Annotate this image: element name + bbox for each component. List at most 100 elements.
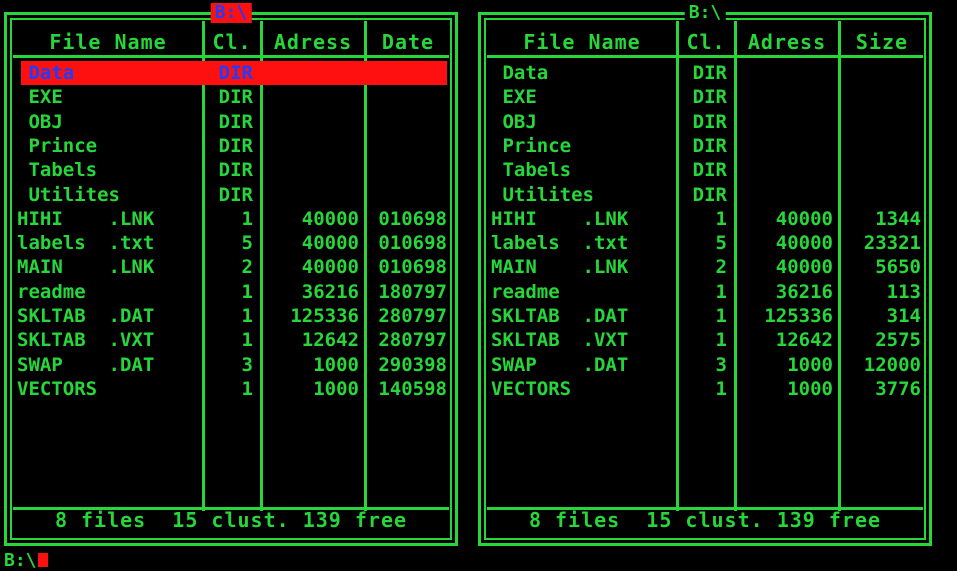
date-cell: 280797 — [378, 305, 447, 327]
file-row[interactable]: Tabels DIR — [491, 158, 921, 182]
file-name-cell: HIHI .LNK — [491, 207, 629, 230]
file-row[interactable]: MAIN .LNK 2 40000 010698 — [17, 255, 447, 279]
col-header-address[interactable]: Adress — [263, 29, 363, 55]
file-name-cell: SKLTAB .VXT — [17, 329, 155, 352]
file-name-cell: VECTORS — [491, 377, 572, 400]
clusters-cell: DIR — [218, 86, 253, 109]
file-row[interactable]: VECTORS 1 1000 3776 — [491, 377, 921, 401]
right-panel[interactable]: B:\ File Name Cl. Adress Size Data DIR EX… — [478, 3, 932, 546]
address-cell: 1000 — [787, 377, 833, 400]
file-name-cell: OBJ — [491, 110, 537, 133]
file-row[interactable]: labels .txt 5 40000 23321 — [491, 231, 921, 255]
col-header-address[interactable]: Adress — [737, 29, 837, 55]
file-name-cell: Prince — [491, 134, 572, 157]
col-header-date[interactable]: Date — [367, 29, 449, 55]
file-row[interactable]: OBJ DIR — [17, 110, 447, 134]
file-row[interactable]: HIHI .LNK 1 40000 010698 — [17, 207, 447, 231]
date-cell: 280797 — [378, 329, 447, 352]
date-cell: 290398 — [378, 353, 447, 376]
file-row[interactable]: readme 1 36216 113 — [491, 280, 921, 304]
file-row[interactable]: SWAP .DAT 3 1000 290398 — [17, 353, 447, 377]
file-row[interactable]: OBJ DIR — [491, 110, 921, 134]
clusters-cell: 1 — [715, 207, 727, 230]
file-name-cell: HIHI .LNK — [17, 207, 155, 230]
col-header-size[interactable]: Size — [841, 29, 923, 55]
file-row[interactable]: MAIN .LNK 2 40000 5650 — [491, 255, 921, 279]
clusters-cell: DIR — [692, 62, 727, 84]
file-row[interactable]: EXE DIR — [17, 85, 447, 109]
file-name-cell: EXE — [491, 86, 537, 109]
file-row[interactable]: readme 1 36216 180797 — [17, 280, 447, 304]
file-name-cell: Tabels — [17, 159, 98, 182]
file-row[interactable]: Prince DIR — [491, 134, 921, 158]
header-divider — [13, 55, 449, 58]
size-cell: 314 — [886, 305, 921, 327]
file-name-cell: labels .txt — [491, 232, 629, 255]
file-row[interactable]: SKLTAB .DAT 1 125336 314 — [491, 304, 921, 328]
size-cell: 3776 — [875, 377, 921, 400]
right-drive-label[interactable]: B:\ — [684, 3, 726, 23]
file-row[interactable]: EXE DIR — [491, 85, 921, 109]
address-cell: 125336 — [764, 305, 833, 327]
address-cell: 125336 — [290, 305, 359, 327]
file-row[interactable]: HIHI .LNK 1 40000 1344 — [491, 207, 921, 231]
address-cell: 12642 — [775, 329, 833, 352]
file-name-cell: MAIN .LNK — [491, 256, 629, 279]
file-name-cell: MAIN .LNK — [17, 256, 155, 279]
file-row[interactable]: SWAP .DAT 3 1000 12000 — [491, 353, 921, 377]
file-row[interactable]: Utilites DIR — [17, 183, 447, 207]
file-row[interactable]: Data DIR — [491, 61, 921, 85]
clusters-cell: 1 — [715, 329, 727, 352]
address-cell: 36216 — [775, 280, 833, 303]
clusters-cell: 1 — [241, 207, 253, 230]
left-status-footer: 8 files 15 clust. 139 free — [54, 508, 408, 532]
clusters-cell: 2 — [241, 256, 253, 279]
clusters-cell: 5 — [715, 232, 727, 255]
file-name-cell: readme — [491, 280, 560, 303]
address-cell: 36216 — [301, 280, 359, 303]
size-cell: 12000 — [863, 353, 921, 376]
clusters-cell: 5 — [241, 232, 253, 255]
address-cell: 1000 — [313, 353, 359, 376]
clusters-cell: DIR — [218, 110, 253, 133]
file-name-cell: Prince — [17, 134, 98, 157]
left-drive-label[interactable]: B:\ — [210, 3, 252, 23]
clusters-cell: DIR — [218, 183, 253, 206]
col-header-file-name[interactable]: File Name — [15, 29, 201, 55]
col-header-clusters[interactable]: Cl. — [205, 29, 259, 55]
date-cell: 180797 — [378, 280, 447, 303]
size-cell: 1344 — [875, 207, 921, 230]
command-prompt[interactable]: B:\ — [4, 551, 48, 571]
clusters-cell: DIR — [692, 110, 727, 133]
file-name-cell: Utilites — [491, 183, 594, 206]
col-header-file-name[interactable]: File Name — [489, 29, 675, 55]
clusters-cell: DIR — [692, 183, 727, 206]
address-cell: 1000 — [313, 377, 359, 400]
clusters-cell: 1 — [241, 377, 253, 400]
file-row[interactable]: Prince DIR — [17, 134, 447, 158]
clusters-cell: DIR — [218, 159, 253, 182]
left-panel[interactable]: B:\ File Name Cl. Adress Date Data DIR EX… — [4, 3, 458, 546]
col-header-clusters[interactable]: Cl. — [679, 29, 733, 55]
address-cell: 40000 — [301, 232, 359, 255]
address-cell: 1000 — [787, 353, 833, 376]
file-name-cell: Data — [491, 62, 549, 84]
file-name-cell: Data — [17, 62, 75, 84]
file-row[interactable]: Tabels DIR — [17, 158, 447, 182]
file-row[interactable]: SKLTAB .VXT 1 12642 2575 — [491, 328, 921, 352]
file-row[interactable]: Utilites DIR — [491, 183, 921, 207]
date-cell: 010698 — [378, 256, 447, 279]
clusters-cell: DIR — [692, 134, 727, 157]
prompt-label: B:\ — [4, 550, 37, 571]
header-divider — [487, 55, 923, 58]
file-name-cell: VECTORS — [17, 377, 98, 400]
file-name-cell: OBJ — [17, 110, 63, 133]
file-row[interactable]: SKLTAB .DAT 1 125336 280797 — [17, 304, 447, 328]
clusters-cell: DIR — [218, 62, 253, 84]
size-cell: 23321 — [863, 232, 921, 255]
file-row[interactable]: labels .txt 5 40000 010698 — [17, 231, 447, 255]
file-name-cell: SKLTAB .VXT — [491, 329, 629, 352]
file-row[interactable]: VECTORS 1 1000 140598 — [17, 377, 447, 401]
file-row[interactable]: Data DIR — [17, 61, 447, 85]
file-row[interactable]: SKLTAB .VXT 1 12642 280797 — [17, 328, 447, 352]
